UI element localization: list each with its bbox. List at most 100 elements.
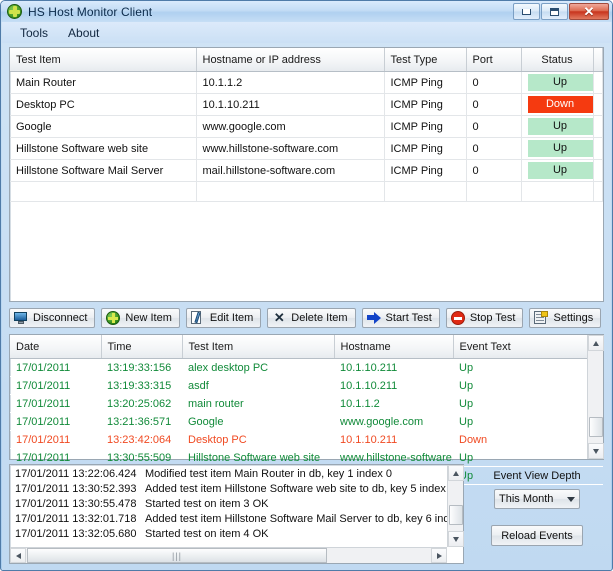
maximize-button[interactable] [541,3,568,20]
table-row[interactable]: 17/01/2011 13:20:25:062 main router 10.1… [10,394,603,413]
events-col-hostname[interactable]: Hostname [334,335,454,359]
tests-col-test-item[interactable]: Test Item [10,48,197,72]
cell-date: 17/01/2011 [10,358,101,377]
cell-test-type: ICMP Ping [384,159,467,182]
table-row[interactable]: 17/01/2011 13:19:33:156 alex desktop PC … [10,358,603,377]
cell-test-item: Google [10,115,197,138]
table-row[interactable]: 17/01/2011 13:19:33:315 asdf 10.1.10.211… [10,376,603,395]
reload-events-button[interactable]: Reload Events [491,525,583,546]
disconnect-button[interactable]: Disconnect [9,308,96,328]
event-view-depth-select[interactable]: This Month [494,489,580,509]
log-message: Started test on item 4 OK [145,528,269,540]
menu-item-about[interactable]: About [58,24,109,42]
table-row[interactable]: 17/01/2011 13:21:36:571 Google www.googl… [10,412,603,431]
settings-label: Settings [553,312,594,324]
window-controls: ✕ [513,3,609,20]
cell-test-item: main router [182,394,334,413]
activity-log-panel[interactable]: 17/01/2011 13:22:06.424 Modified test it… [9,464,464,564]
cell-filler [593,159,603,182]
menu-item-tools[interactable]: Tools [10,24,58,42]
tests-col-port[interactable]: Port [466,48,522,72]
maximize-icon [550,7,559,16]
events-grid[interactable]: Date Time Test Item Hostname Event Text … [9,334,604,485]
settings-page-icon [534,311,549,325]
log-message: Modified test item Main Router in db, ke… [145,468,393,480]
scroll-up-button[interactable] [588,335,604,351]
cell-hostname: mail.hillstone-software.com [196,159,385,182]
events-col-test-item[interactable]: Test Item [182,335,335,359]
tests-table: Test Item Hostname or IP address Test Ty… [10,48,603,202]
minimize-icon [522,8,531,15]
minimize-button[interactable] [513,3,540,20]
cell-test-item: asdf [182,376,334,395]
scrollbar-thumb[interactable] [589,417,603,437]
events-col-date[interactable]: Date [10,335,102,359]
tests-col-hostname[interactable]: Hostname or IP address [196,48,385,72]
chevron-left-icon [15,552,21,559]
table-row[interactable]: Google www.google.com ICMP Ping 0 Up [10,115,603,138]
status-badge: Up [527,162,592,179]
events-vertical-scrollbar[interactable] [587,335,604,459]
stop-test-label: Stop Test [469,312,516,324]
log-vertical-scrollbar[interactable] [447,465,464,547]
table-row[interactable]: Main Router 10.1.1.2 ICMP Ping 0 Up [10,71,603,94]
log-horizontal-scrollbar[interactable]: ||| [10,547,447,563]
settings-button[interactable]: Settings [529,308,602,328]
cell-event-text: Up [453,412,603,431]
edit-item-button[interactable]: Edit Item [185,308,262,328]
scrollbar-thumb[interactable]: ||| [27,548,327,563]
chevron-up-icon [453,470,459,476]
events-col-event-text[interactable]: Event Text [453,335,603,359]
status-badge: Up [527,118,592,135]
log-message: Added test item Hillstone Software web s… [145,483,447,495]
new-item-button[interactable]: New Item [101,308,180,328]
table-row-empty [10,181,603,202]
cell-test-item: Desktop PC [182,430,334,449]
tests-grid[interactable]: Test Item Hostname or IP address Test Ty… [9,47,604,302]
cell-empty [466,181,522,202]
tests-col-test-type[interactable]: Test Type [384,48,467,72]
cell-empty [10,181,197,202]
delete-item-button[interactable]: ✕ Delete Item [267,308,356,328]
green-plus-icon [106,311,121,325]
cell-hostname: 10.1.1.2 [334,394,453,413]
cell-empty [384,181,467,202]
log-timestamp: 17/01/2011 13:30:55.478 [15,498,137,510]
table-row[interactable]: Hillstone Software web site www.hillston… [10,137,603,160]
cell-test-item: Hillstone Software Mail Server [10,159,197,182]
cell-test-type: ICMP Ping [384,71,467,94]
cell-event-text: Up [453,358,603,377]
tests-col-status[interactable]: Status [521,48,594,72]
events-col-time[interactable]: Time [101,335,183,359]
table-row[interactable]: Hillstone Software Mail Server mail.hill… [10,159,603,182]
red-stop-icon [450,311,465,325]
cell-time: 13:23:42:064 [101,430,182,449]
cell-test-item: alex desktop PC [182,358,334,377]
scrollbar-thumb[interactable] [449,505,463,525]
cell-hostname: 10.1.10.211 [196,93,385,116]
cell-time: 13:19:33:315 [101,376,182,395]
scroll-up-button[interactable] [448,465,464,481]
close-button[interactable]: ✕ [569,3,609,20]
status-badge: Up [527,140,592,157]
status-badge: Up [527,74,592,91]
cell-test-type: ICMP Ping [384,115,467,138]
stop-test-button[interactable]: Stop Test [445,308,524,328]
table-row[interactable]: Desktop PC 10.1.10.211 ICMP Ping 0 Down [10,93,603,116]
cell-test-type: ICMP Ping [384,93,467,116]
cell-date: 17/01/2011 [10,412,101,431]
cell-test-item: Main Router [10,71,197,94]
scroll-down-button[interactable] [448,531,464,547]
cell-filler [593,115,603,138]
log-timestamp: 17/01/2011 13:32:05.680 [15,528,137,540]
scroll-down-button[interactable] [588,443,604,459]
scroll-left-button[interactable] [10,548,26,563]
cell-port: 0 [466,71,522,94]
cell-test-item: Desktop PC [10,93,197,116]
start-test-button[interactable]: Start Test [361,308,440,328]
table-row[interactable]: 17/01/2011 13:23:42:064 Desktop PC 10.1.… [10,430,603,449]
cell-hostname: www.google.com [196,115,385,138]
scroll-right-button[interactable] [431,548,447,563]
cell-port: 0 [466,93,522,116]
log-message: Added test item Hillstone Software Mail … [145,513,447,525]
